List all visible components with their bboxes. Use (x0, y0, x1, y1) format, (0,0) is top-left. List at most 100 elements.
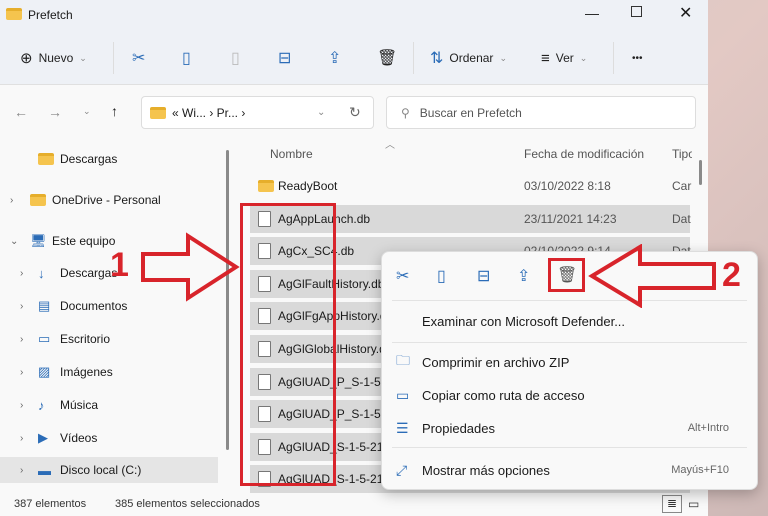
search-input[interactable]: Buscar en Prefetch (420, 106, 522, 120)
pictures-icon: ▨ (38, 364, 51, 379)
file-type: Car (672, 179, 692, 193)
folder-icon (6, 8, 22, 20)
more-button[interactable]: ••• (632, 44, 643, 72)
delete-button[interactable]: 🗑︎ (377, 44, 397, 72)
chevron-down-icon: ⌄ (499, 52, 507, 63)
desktop-icon: ▭ (38, 331, 51, 346)
up-button[interactable]: ↑ (111, 103, 118, 119)
chevron-right-icon[interactable]: › (20, 301, 23, 312)
annotation-step-2: 2 (722, 256, 741, 294)
sort-ascending-icon: ︿ (385, 140, 395, 151)
new-button[interactable]: ⊕ Nuevo ⌄ (20, 44, 87, 72)
plus-circle-icon: ⊕ (20, 50, 33, 67)
music-icon: ♪ (38, 397, 45, 413)
chevron-right-icon[interactable]: › (20, 334, 23, 345)
chevron-right-icon[interactable]: › (20, 433, 23, 444)
sort-button[interactable]: ⇅ Ordenar ⌄ (430, 44, 507, 72)
rename-button[interactable]: ⊟ (278, 44, 291, 72)
sidebar-item[interactable]: › ♪ Música (0, 392, 218, 418)
close-button[interactable]: ✕ (679, 3, 692, 23)
sidebar-item[interactable]: › ▭ Escritorio (0, 326, 218, 352)
maximize-button[interactable] (631, 6, 642, 17)
copy-button[interactable]: ▯ (182, 44, 191, 72)
sidebar-item-label: Música (60, 398, 99, 412)
drive-icon: ▬ (38, 462, 51, 478)
folder-icon (150, 106, 166, 119)
menu-share-button[interactable]: ⇪ (517, 266, 530, 286)
menu-label: Comprimir en archivo ZIP (422, 354, 570, 370)
menu-item-scan[interactable]: Examinar con Microsoft Defender... (382, 306, 757, 336)
menu-rename-button[interactable]: ⊟ (477, 266, 490, 286)
item-count: 387 elementos (14, 498, 87, 510)
sidebar-item-label: Documentos (60, 299, 128, 313)
chevron-right-icon[interactable]: › (20, 400, 23, 411)
onedrive-icon (30, 194, 46, 206)
back-button[interactable]: ← (14, 104, 28, 120)
sidebar-item-label: Este equipo (52, 234, 116, 248)
chevron-right-icon[interactable]: › (20, 268, 23, 279)
file-row[interactable]: ReadyBoot 03/10/2022 8:18 Car (250, 172, 692, 200)
sidebar-item[interactable]: Descargas (0, 146, 218, 172)
chevron-right-icon[interactable]: › (20, 465, 23, 476)
paste-button[interactable]: ▯ (231, 44, 240, 72)
file-type: Dat (672, 211, 691, 226)
address-dropdown[interactable]: ⌄ (317, 107, 325, 118)
column-type[interactable]: Tipo (672, 147, 692, 161)
sidebar-item[interactable]: › ▶ Vídeos (0, 425, 218, 451)
annotation-arrow-left (588, 244, 716, 308)
status-bar: 387 elementos 385 elementos seleccionado… (0, 492, 708, 516)
sidebar-item[interactable]: › ▬ Disco local (C:) (0, 457, 218, 483)
column-date[interactable]: Fecha de modificación (524, 147, 644, 161)
column-name[interactable]: Nombre (270, 147, 313, 161)
sidebar-item-label: Imágenes (60, 365, 113, 379)
path-icon: ▭ (396, 386, 410, 403)
menu-label: Copiar como ruta de acceso (422, 387, 585, 403)
menu-copy-button[interactable]: ▯ (437, 266, 446, 286)
forward-button[interactable]: → (48, 104, 62, 120)
menu-item-properties[interactable]: ☰ Propiedades Alt+Intro (382, 413, 757, 443)
annotation-arrow-right (141, 232, 240, 302)
chevron-down-icon[interactable]: ⌄ (10, 236, 18, 247)
sidebar-item-label: Descargas (60, 266, 118, 280)
sidebar-item-label: Vídeos (60, 431, 98, 445)
list-scrollbar[interactable] (699, 160, 702, 185)
expand-icon: ⤢ (396, 461, 408, 478)
details-view-button[interactable]: ≣ (662, 495, 682, 513)
zip-folder-icon: 🗀 (396, 352, 410, 368)
selected-count: 385 elementos seleccionados (115, 498, 260, 510)
folder-icon (38, 153, 54, 165)
sort-icon: ⇅ (430, 50, 444, 67)
sort-label: Ordenar (449, 51, 494, 65)
sidebar-item[interactable]: › ▨ Imágenes (0, 359, 218, 385)
menu-item-more-options[interactable]: ⤢ Mostrar más opciones Mayús+F10 (382, 455, 757, 485)
share-button[interactable]: ⇪ (328, 44, 341, 72)
search-icon: ⚲ (401, 105, 410, 120)
address-bar[interactable]: « Wi... › Pr... › ⌄ ↻ (141, 96, 374, 129)
menu-item-copy-path[interactable]: ▭ Copiar como ruta de acceso (382, 380, 757, 410)
menu-label: Mostrar más opciones (422, 462, 550, 478)
chevron-right-icon[interactable]: › (20, 367, 23, 378)
sidebar-item[interactable]: › OneDrive - Personal (0, 187, 218, 213)
file-name: ReadyBoot (278, 179, 338, 193)
chevron-down-icon: ⌄ (579, 52, 588, 63)
minimize-button[interactable]: — (585, 5, 599, 21)
menu-cut-button[interactable]: ✂ (396, 266, 409, 286)
pc-icon: 🖥 (30, 233, 47, 248)
folder-icon (258, 180, 274, 192)
menu-item-zip[interactable]: 🗀 Comprimir en archivo ZIP (382, 347, 757, 377)
annotation-delete-box (548, 258, 585, 292)
tiles-view-button[interactable]: ▭ (688, 497, 699, 511)
window-title: Prefetch (28, 8, 73, 22)
view-label: Ver (555, 51, 574, 65)
search-box[interactable]: ⚲ Buscar en Prefetch (386, 96, 696, 129)
recent-dropdown[interactable]: ⌄ (83, 106, 91, 117)
view-button[interactable]: ≡ Ver ⌄ (541, 44, 587, 72)
shortcut: Alt+Intro (687, 422, 729, 434)
cut-button[interactable]: ✂ (132, 44, 145, 72)
new-label: Nuevo (38, 51, 74, 65)
title-bar: Prefetch — ✕ (0, 0, 708, 30)
refresh-button[interactable]: ↻ (349, 104, 361, 121)
annotation-step-1: 1 (110, 246, 129, 284)
chevron-right-icon[interactable]: › (10, 195, 13, 206)
sidebar-item-label: Disco local (C:) (60, 463, 142, 477)
